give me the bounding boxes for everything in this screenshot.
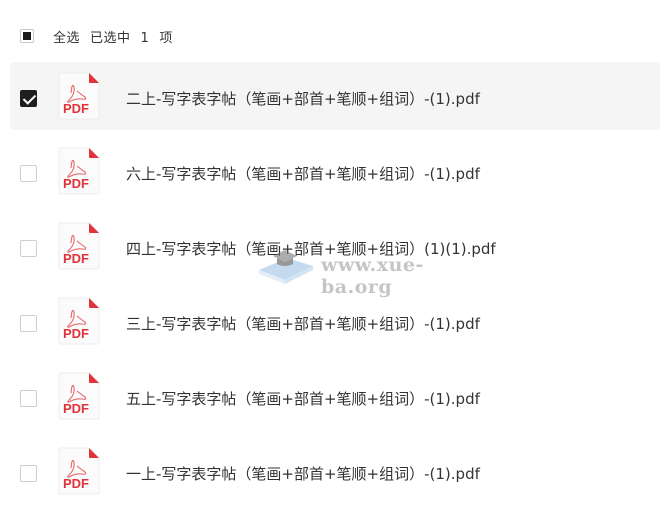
file-checkbox[interactable]	[20, 240, 37, 257]
file-row[interactable]: PDF 一上-写字表字帖（笔画+部首+笔顺+组词）-(1).pdf	[10, 437, 660, 505]
selected-suffix: 项	[159, 31, 173, 46]
pdf-file-icon: PDF	[58, 297, 100, 345]
pdf-file-icon: PDF	[58, 372, 100, 420]
pdf-label: PDF	[63, 176, 89, 191]
file-name[interactable]: 五上-写字表字帖（笔画+部首+笔顺+组词）-(1).pdf	[126, 388, 480, 409]
file-row[interactable]: PDF 二上-写字表字帖（笔画+部首+笔顺+组词）-(1).pdf	[10, 62, 660, 130]
file-row[interactable]: PDF 六上-写字表字帖（笔画+部首+笔顺+组词）-(1).pdf	[10, 137, 660, 205]
pdf-label: PDF	[63, 476, 89, 491]
selected-prefix: 已选中	[90, 31, 131, 46]
file-checkbox[interactable]	[20, 390, 37, 407]
select-all-checkbox[interactable]	[20, 29, 34, 43]
file-name[interactable]: 四上-写字表字帖（笔画+部首+笔顺+组词）(1)(1).pdf	[126, 238, 496, 259]
file-name[interactable]: 一上-写字表字帖（笔画+部首+笔顺+组词）-(1).pdf	[126, 463, 480, 484]
pdf-file-icon: PDF	[58, 72, 100, 120]
selected-count: 1	[140, 31, 150, 46]
file-name[interactable]: 六上-写字表字帖（笔画+部首+笔顺+组词）-(1).pdf	[126, 163, 480, 184]
file-row[interactable]: PDF 三上-写字表字帖（笔画+部首+笔顺+组词）-(1).pdf	[10, 287, 660, 355]
file-row[interactable]: PDF 四上-写字表字帖（笔画+部首+笔顺+组词）(1)(1).pdf	[10, 212, 660, 280]
pdf-label: PDF	[63, 401, 89, 416]
pdf-file-icon: PDF	[58, 447, 100, 495]
pdf-label: PDF	[63, 101, 89, 116]
file-row[interactable]: PDF 五上-写字表字帖（笔画+部首+笔顺+组词）-(1).pdf	[10, 362, 660, 430]
selection-summary: 全选 已选中 1 项	[53, 27, 183, 46]
file-checkbox[interactable]	[20, 90, 37, 107]
select-all-label[interactable]: 全选	[53, 31, 80, 46]
file-checkbox[interactable]	[20, 165, 37, 182]
pdf-file-icon: PDF	[58, 222, 100, 270]
file-name[interactable]: 二上-写字表字帖（笔画+部首+笔顺+组词）-(1).pdf	[126, 88, 480, 109]
file-checkbox[interactable]	[20, 315, 37, 332]
pdf-label: PDF	[63, 251, 89, 266]
pdf-file-icon: PDF	[58, 147, 100, 195]
file-checkbox[interactable]	[20, 465, 37, 482]
pdf-label: PDF	[63, 326, 89, 341]
partial-selection-indicator	[23, 32, 31, 40]
file-name[interactable]: 三上-写字表字帖（笔画+部首+笔顺+组词）-(1).pdf	[126, 313, 480, 334]
